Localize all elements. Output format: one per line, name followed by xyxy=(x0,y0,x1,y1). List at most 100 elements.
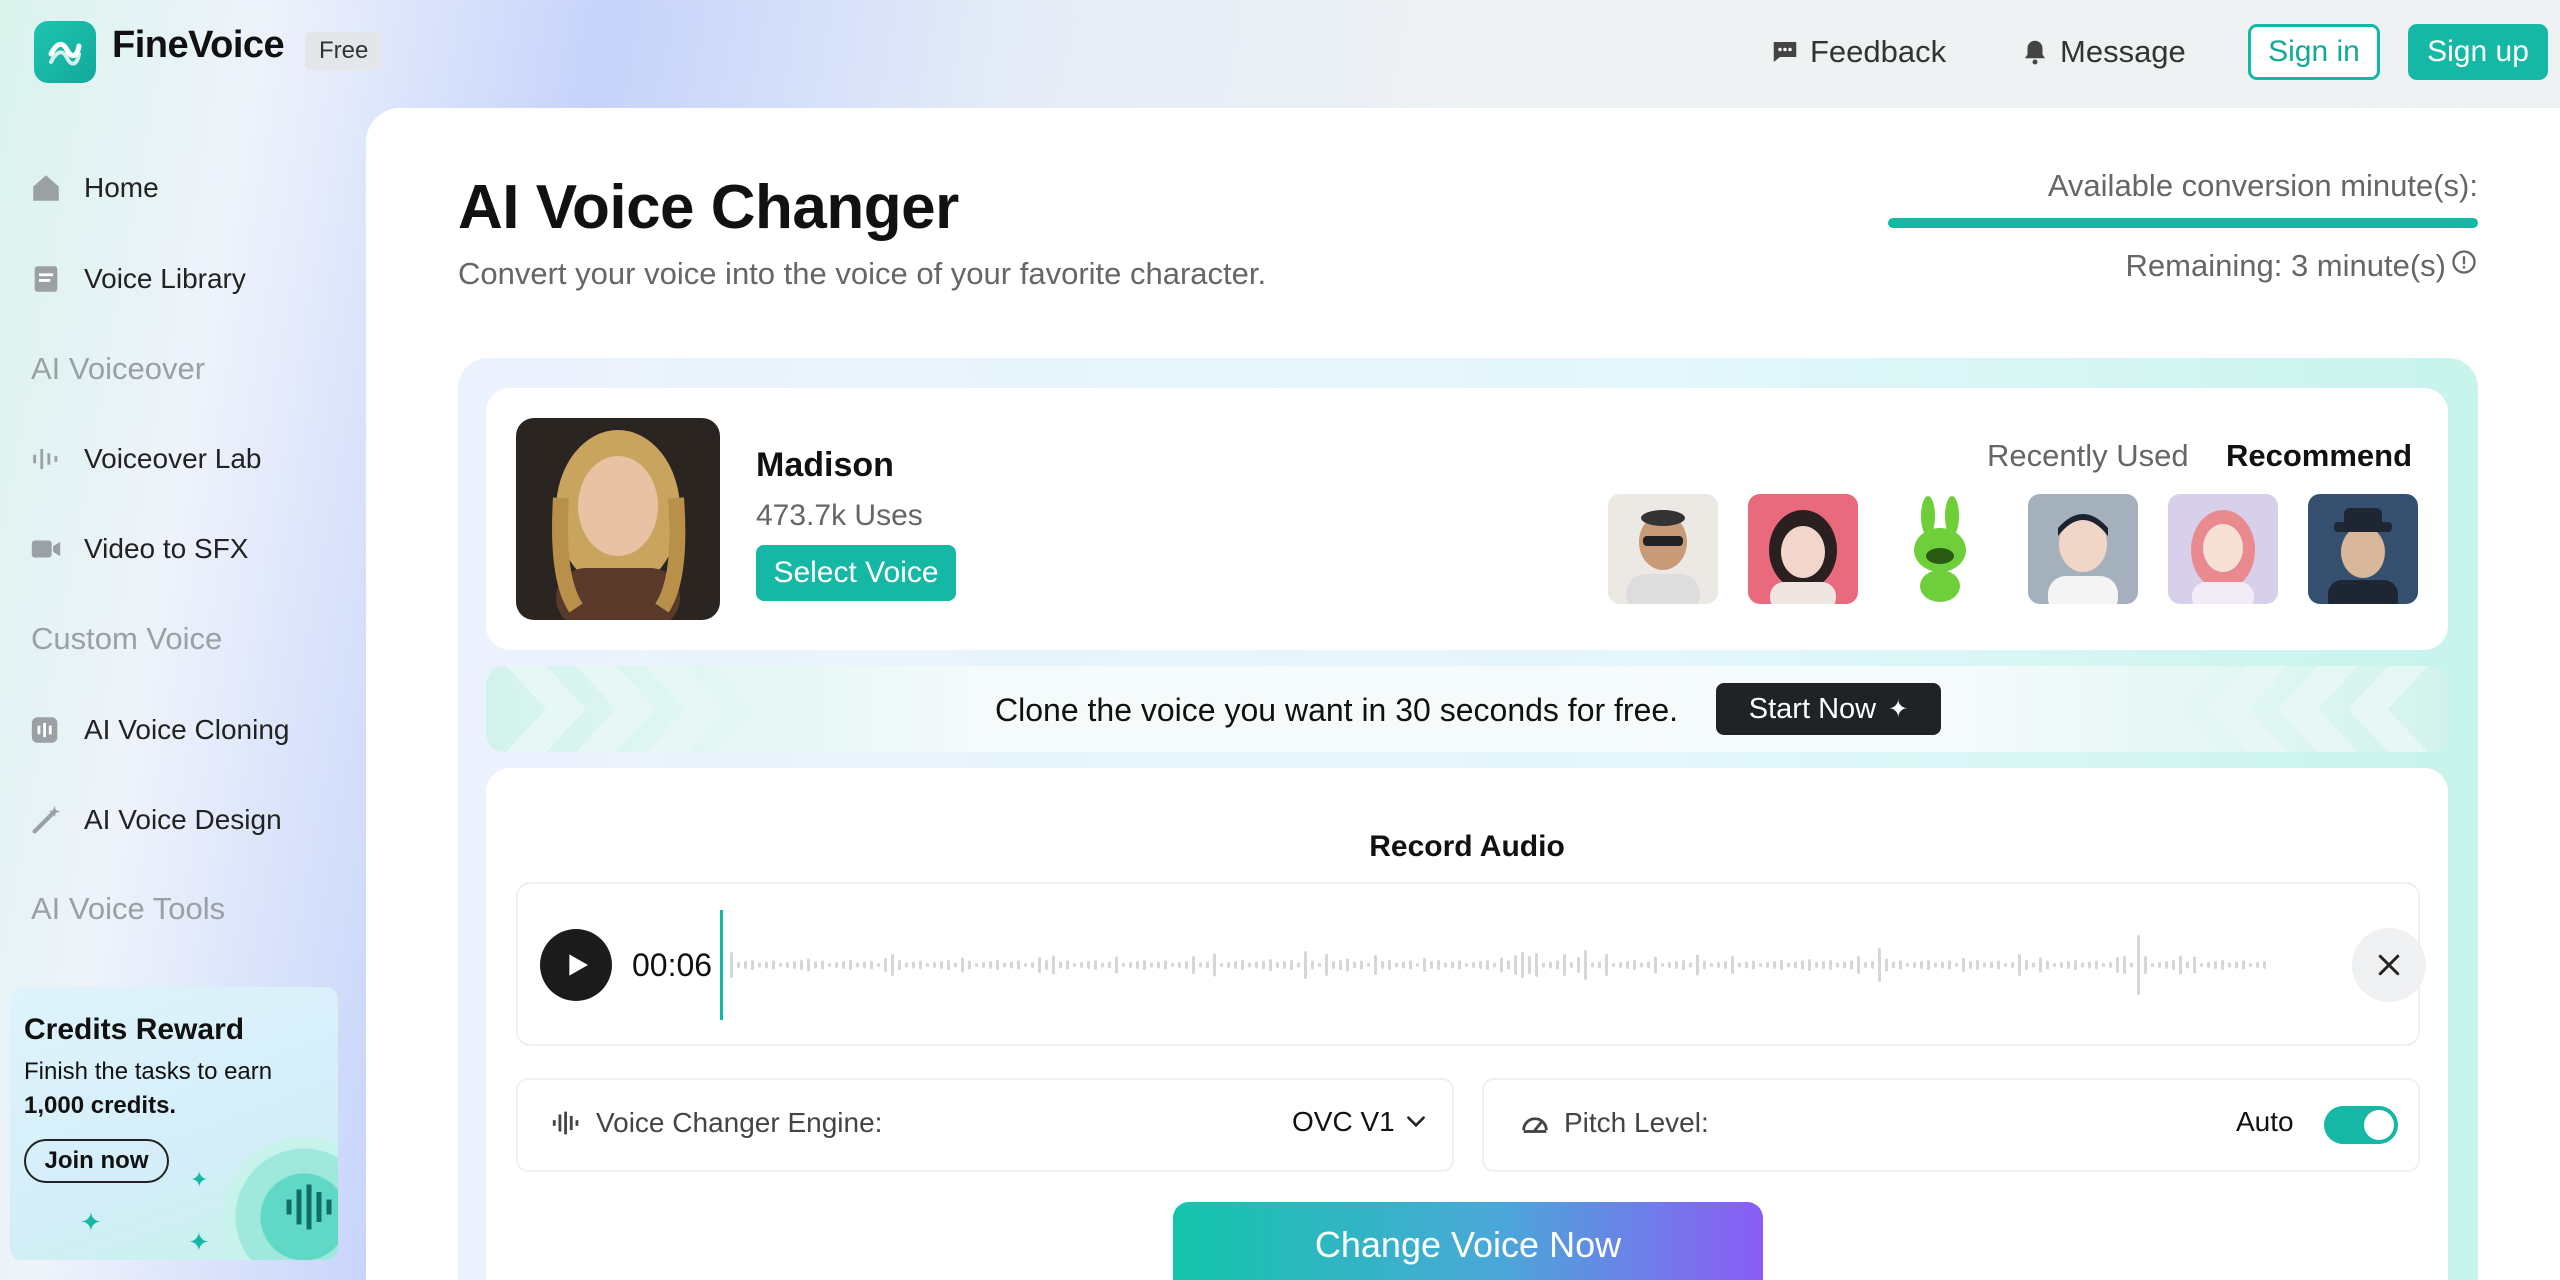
waveform-bar xyxy=(1129,962,1132,968)
waveform-bar xyxy=(1885,958,1888,972)
waveform-bar xyxy=(1136,961,1139,969)
waveform-bar xyxy=(1570,962,1573,968)
voice-thumb-man-sunglasses[interactable] xyxy=(1608,494,1718,604)
waveform-bar xyxy=(1059,961,1062,969)
sidebar-item-label: Voiceover Lab xyxy=(84,443,262,474)
waveform-bar xyxy=(1416,963,1419,967)
waveform-bar xyxy=(1192,956,1195,974)
message-link[interactable]: Message xyxy=(2020,30,2186,74)
voice-thumb-young-man[interactable] xyxy=(2028,494,2138,604)
info-icon[interactable] xyxy=(2450,248,2478,284)
waveform-bar xyxy=(1206,961,1209,969)
waveform-bar xyxy=(1738,962,1741,968)
waveform-bar xyxy=(1101,962,1104,968)
waveform-bar xyxy=(1311,960,1314,970)
waveform-bar xyxy=(1220,963,1223,967)
waveform-bar xyxy=(779,963,782,967)
waveform-bar xyxy=(982,962,985,968)
waveform-bar xyxy=(1297,962,1300,968)
toggle-knob xyxy=(2364,1110,2394,1140)
waveform-bar xyxy=(2067,961,2070,969)
waveform-bar xyxy=(828,963,831,967)
waveform-bar xyxy=(2039,957,2042,973)
waveform-bar xyxy=(1801,960,1804,970)
sidebar-section-custom-voice: Custom Voice xyxy=(31,621,223,656)
waveform-bar xyxy=(1563,954,1566,976)
waveform-bar xyxy=(1654,956,1657,974)
waveform-bar xyxy=(2221,960,2224,970)
waveform-bar xyxy=(1073,963,1076,967)
waveform-bar xyxy=(2018,954,2021,976)
page-title: AI Voice Changer xyxy=(458,173,959,242)
engine-select[interactable]: OVC V1 xyxy=(1292,1106,1429,1138)
waveform-bar xyxy=(2053,963,2056,967)
engine-label: Voice Changer Engine: xyxy=(596,1107,883,1138)
sidebar-item-video-to-sfx[interactable]: Video to SFX xyxy=(28,522,248,576)
sign-up-button[interactable]: Sign up xyxy=(2408,24,2548,80)
waveform-bar xyxy=(891,954,894,976)
logo-icon[interactable] xyxy=(34,21,96,83)
sidebar-item-ai-voice-cloning[interactable]: AI Voice Cloning xyxy=(28,703,289,757)
play-button[interactable] xyxy=(540,929,612,1001)
waveform-bar xyxy=(2144,956,2147,974)
waveform-bar xyxy=(989,961,992,969)
sparkle-icon: ✦ xyxy=(80,1207,102,1237)
tab-recommend[interactable]: Recommend xyxy=(2226,438,2412,474)
start-now-button[interactable]: Start Now ✦ xyxy=(1716,683,1941,735)
voice-thumb-girl-pink[interactable] xyxy=(1748,494,1858,604)
waveform-bar xyxy=(2151,963,2154,967)
waveform-bar xyxy=(2123,956,2126,974)
waveform-bar xyxy=(786,962,789,968)
waveform-bar xyxy=(1325,954,1328,976)
waveform-bar xyxy=(2088,961,2091,969)
voice-thumb-green-bunny[interactable] xyxy=(1888,494,1998,604)
app-name[interactable]: FineVoice xyxy=(112,24,285,67)
waveform-bar xyxy=(898,960,901,970)
waveform-bar xyxy=(1017,960,1020,970)
sidebar-item-voiceover-lab[interactable]: Voiceover Lab xyxy=(28,432,261,486)
waveform-bar xyxy=(2179,955,2182,975)
sidebar-item-voice-library[interactable]: Voice Library xyxy=(28,252,246,306)
waveform-bar xyxy=(975,963,978,967)
video-camera-icon xyxy=(28,531,64,567)
audio-playhead[interactable] xyxy=(720,910,723,1020)
waveform-bar xyxy=(800,960,803,970)
join-now-button[interactable]: Join now xyxy=(24,1139,169,1183)
magic-wand-icon xyxy=(28,802,64,838)
home-icon xyxy=(28,170,64,206)
pitch-auto-toggle[interactable] xyxy=(2324,1106,2398,1144)
waveform-bar xyxy=(1332,961,1335,969)
waveform-bar xyxy=(1843,961,1846,969)
waveform-bar xyxy=(856,962,859,968)
waveform-bar xyxy=(1262,960,1265,970)
voice-clone-icon xyxy=(28,712,64,748)
waveform-bar xyxy=(2214,961,2217,969)
sign-in-button[interactable]: Sign in xyxy=(2248,24,2380,80)
voice-thumb-girl-pink-hair[interactable] xyxy=(2168,494,2278,604)
waveform-bar xyxy=(1591,962,1594,968)
waveform-bar xyxy=(1374,955,1377,975)
waveform-bar xyxy=(884,958,887,972)
waveform-bar xyxy=(1640,962,1643,968)
waveform-bar xyxy=(1934,962,1937,968)
close-audio-button[interactable] xyxy=(2352,928,2426,1002)
sidebar-item-home[interactable]: Home xyxy=(28,161,159,215)
waveform-bar xyxy=(1626,961,1629,969)
tab-recently-used[interactable]: Recently Used xyxy=(1987,438,2189,474)
voice-thumb-man-fedora[interactable] xyxy=(2308,494,2418,604)
waveform-bar xyxy=(1780,960,1783,970)
audio-waveform[interactable] xyxy=(726,900,2266,1030)
waveform-bar xyxy=(1500,957,1503,973)
waveform-bar xyxy=(1283,961,1286,969)
waveform-bar xyxy=(1444,962,1447,968)
sidebar-item-ai-voice-design[interactable]: AI Voice Design xyxy=(28,793,282,847)
waveform-bar xyxy=(1493,962,1496,968)
soundwave-icon xyxy=(28,441,64,477)
change-voice-button[interactable]: Change Voice Now xyxy=(1173,1202,1763,1280)
waveform-bar xyxy=(1724,961,1727,969)
waveform-bar xyxy=(1528,956,1531,974)
select-voice-button[interactable]: Select Voice xyxy=(756,545,956,601)
waveform-bar xyxy=(1787,962,1790,968)
waveform-bar xyxy=(2102,963,2105,967)
feedback-link[interactable]: Feedback xyxy=(1770,30,1946,74)
